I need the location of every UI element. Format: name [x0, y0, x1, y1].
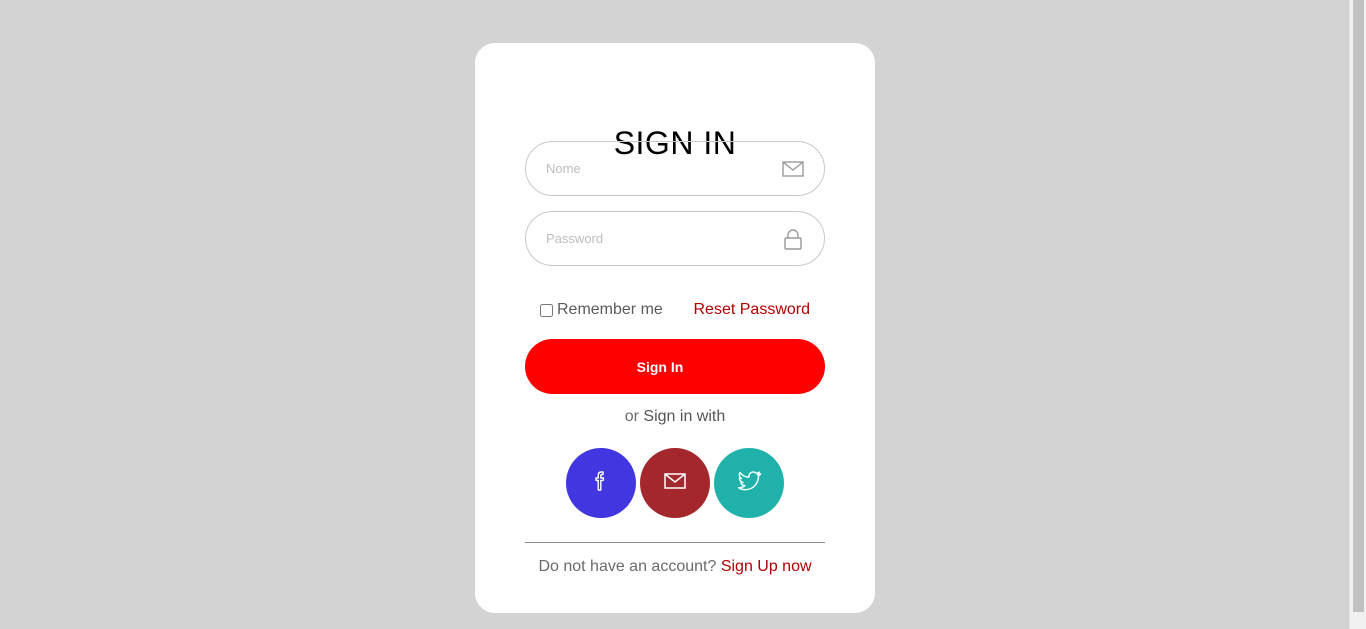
divider — [525, 542, 825, 543]
facebook-button[interactable] — [566, 448, 636, 518]
name-input[interactable] — [546, 142, 776, 195]
signin-card: SIGN IN Remember me — [475, 43, 875, 613]
signup-prompt-text: Do not have an account? — [538, 558, 717, 575]
remember-label: Remember me — [557, 301, 663, 318]
password-field[interactable] — [525, 211, 825, 266]
name-field[interactable] — [525, 141, 825, 196]
or-prefix: or — [624, 408, 639, 425]
or-label: Sign in with — [643, 408, 726, 425]
lock-icon — [782, 228, 804, 250]
mail-icon — [782, 158, 804, 180]
twitter-icon — [736, 468, 762, 499]
vertical-scrollbar[interactable] — [1349, 0, 1366, 629]
form-options: Remember me Reset Password — [540, 299, 810, 321]
mail-icon — [663, 469, 687, 498]
reset-password-link[interactable]: Reset Password — [694, 299, 811, 321]
remember-checkbox[interactable] — [540, 303, 553, 317]
password-input[interactable] — [546, 212, 776, 265]
email-button[interactable] — [640, 448, 710, 518]
twitter-button[interactable] — [714, 448, 784, 518]
signup-prompt: Do not have an account? Sign Up now — [475, 558, 875, 576]
remember-me[interactable]: Remember me — [540, 299, 663, 321]
facebook-icon — [589, 469, 613, 498]
scrollbar-thumb[interactable] — [1353, 0, 1364, 612]
page: SIGN IN Remember me — [0, 0, 1366, 629]
or-sign-in-with: or Sign in with — [475, 408, 875, 426]
social-buttons — [566, 448, 784, 518]
sign-up-link[interactable]: Sign Up now — [721, 558, 812, 575]
sign-in-button[interactable]: Sign In — [525, 339, 825, 394]
